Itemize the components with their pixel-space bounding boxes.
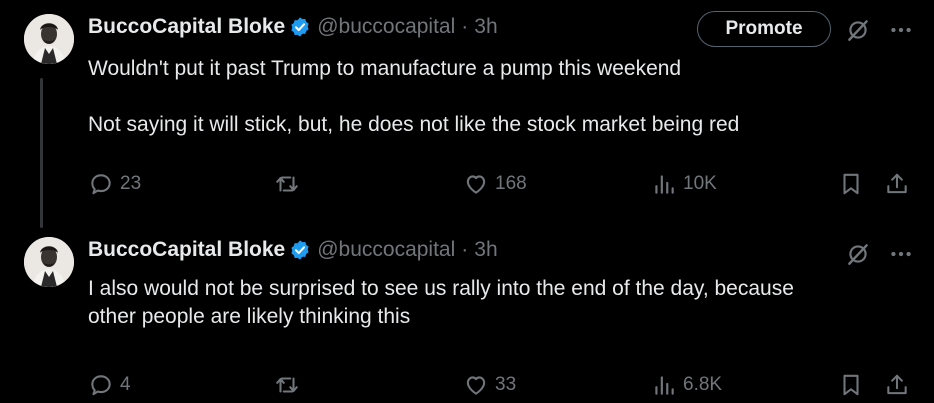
avatar[interactable]	[24, 14, 74, 64]
like-count: 168	[495, 173, 527, 194]
avatar[interactable]	[24, 237, 74, 287]
like-icon	[466, 376, 486, 395]
author-handle[interactable]: @buccocapital	[317, 238, 455, 262]
tweet-header: BuccoCapital Bloke @buccocapital · 3h	[88, 236, 498, 264]
author-name[interactable]: BuccoCapital Bloke	[88, 15, 285, 39]
verified-badge-icon	[291, 17, 309, 37]
views-button[interactable]: 6.8K	[651, 370, 722, 400]
author-handle[interactable]: @buccocapital	[317, 15, 455, 39]
retweet-button[interactable]	[274, 169, 300, 199]
bookmark-button[interactable]	[838, 169, 864, 199]
share-icon	[887, 173, 907, 194]
thread-connector-line	[40, 78, 43, 228]
author-name[interactable]: BuccoCapital Bloke	[88, 238, 285, 262]
retweet-icon	[276, 377, 298, 393]
like-icon	[466, 175, 486, 194]
like-button[interactable]: 33	[463, 370, 516, 400]
reply-icon	[91, 375, 111, 396]
reply-count: 23	[120, 173, 142, 194]
separator-dot: ·	[461, 238, 469, 261]
retweet-icon	[276, 176, 298, 192]
views-icon	[655, 175, 674, 194]
views-count: 10K	[683, 173, 717, 194]
reply-count: 4	[120, 374, 131, 395]
timestamp[interactable]: 3h	[474, 15, 497, 39]
more-icon[interactable]	[888, 17, 914, 43]
separator-dot: ·	[461, 15, 469, 38]
tweet[interactable]: BuccoCapital Bloke @buccocapital · 3h Pr…	[0, 0, 934, 228]
retweet-button[interactable]	[274, 370, 300, 400]
views-icon	[655, 376, 674, 395]
bookmark-icon	[843, 173, 859, 195]
tweet-actions: 23 168 10K	[0, 169, 934, 199]
grok-icon[interactable]	[845, 17, 871, 43]
tweet-header: BuccoCapital Bloke @buccocapital · 3h	[88, 13, 498, 41]
reply-button[interactable]: 4	[88, 370, 131, 400]
grok-icon[interactable]	[845, 241, 871, 267]
share-icon	[887, 374, 907, 395]
like-button[interactable]: 168	[463, 169, 527, 199]
promote-button[interactable]: Promote	[697, 11, 831, 47]
tweet[interactable]: BuccoCapital Bloke @buccocapital · 3h I …	[0, 225, 934, 403]
views-button[interactable]: 10K	[651, 169, 717, 199]
share-button[interactable]	[884, 370, 910, 400]
timestamp[interactable]: 3h	[474, 238, 497, 262]
bookmark-button[interactable]	[838, 370, 864, 400]
bookmark-icon	[843, 374, 859, 396]
more-icon[interactable]	[888, 241, 914, 267]
share-button[interactable]	[884, 169, 910, 199]
tweet-actions: 4 33 6.8K	[0, 370, 934, 400]
like-count: 33	[495, 374, 517, 395]
reply-button[interactable]: 23	[88, 169, 141, 199]
tweet-text: I also would not be surprised to see us …	[88, 277, 794, 328]
verified-badge-icon	[291, 240, 309, 260]
views-count: 6.8K	[683, 374, 723, 395]
reply-icon	[91, 174, 111, 195]
tweet-text: Wouldn't put it past Trump to manufactur…	[88, 57, 740, 136]
